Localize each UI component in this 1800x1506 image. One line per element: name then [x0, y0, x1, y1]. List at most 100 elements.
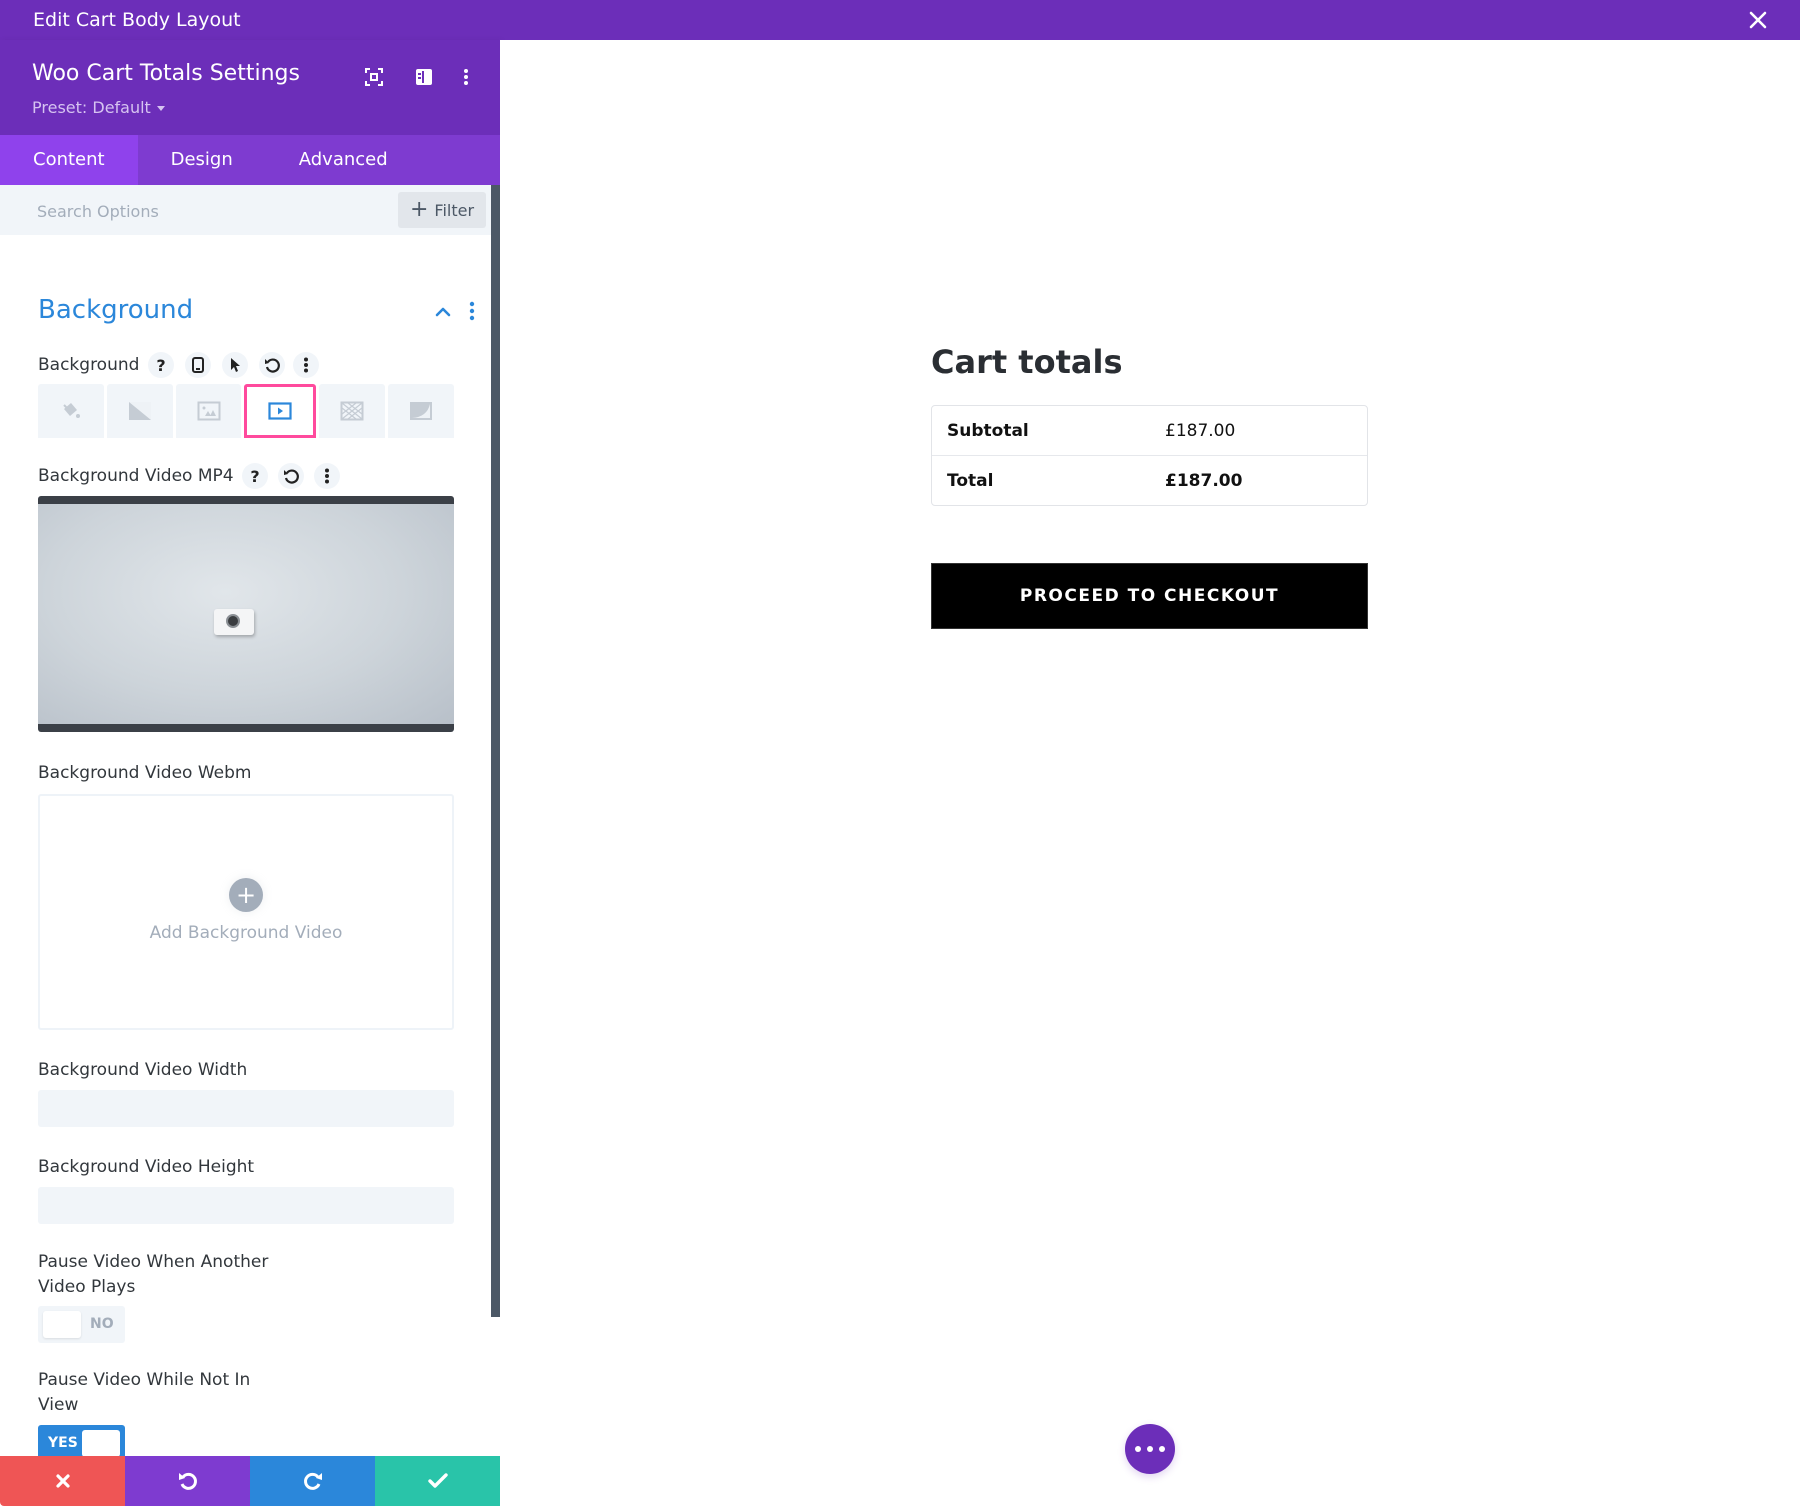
video-width-input[interactable] [38, 1090, 454, 1127]
close-icon [55, 1474, 70, 1488]
split-view-icon [416, 69, 432, 85]
redo-icon [303, 1472, 322, 1490]
panel-tabs: Content Design Advanced [0, 135, 500, 185]
reset-icon [284, 469, 299, 484]
close-button[interactable] [1746, 8, 1770, 32]
panel-title: Woo Cart Totals Settings [32, 61, 300, 86]
close-icon [1749, 11, 1767, 29]
panel-scrollbar[interactable] [491, 185, 500, 1317]
help-icon: ? [250, 466, 260, 486]
section-menu-button[interactable] [462, 299, 482, 323]
modal-title-bar: Edit Cart Body Layout [0, 0, 1800, 40]
split-view-button[interactable] [411, 64, 437, 90]
video-height-label: Background Video Height [38, 1157, 255, 1177]
pause-not-in-view-label-line2: View [38, 1395, 79, 1415]
row-value: £187.00 [1165, 421, 1236, 441]
more-icon [325, 468, 329, 484]
settings-panel: Woo Cart Totals Settings Preset: Default [0, 40, 500, 1506]
preset-label: Preset: Default [32, 98, 151, 117]
tab-content[interactable]: Content [0, 135, 138, 185]
paint-bucket-icon [63, 403, 80, 418]
add-background-video-label: Add Background Video [149, 923, 343, 943]
help-button[interactable]: ? [148, 352, 174, 378]
mp4-help-button[interactable]: ? [242, 463, 268, 489]
mask-icon [410, 402, 433, 420]
tab-design[interactable]: Design [138, 135, 266, 185]
add-background-video-dropzone[interactable]: + Add Background Video [38, 794, 454, 1030]
cursor-icon [231, 358, 240, 372]
reset-button[interactable] [259, 352, 285, 378]
video-icon [268, 402, 292, 420]
bg-type-image[interactable] [175, 384, 242, 438]
bg-type-mask[interactable] [388, 384, 454, 438]
pause-other-toggle[interactable]: NO [38, 1306, 125, 1343]
filter-button[interactable]: + Filter [398, 192, 486, 228]
cart-totals-table: Subtotal £187.00 Total £187.00 [931, 405, 1368, 506]
checkmark-icon [427, 1473, 448, 1488]
video-mp4-preview[interactable] [38, 496, 454, 732]
fullscreen-button[interactable] [361, 64, 387, 90]
more-vertical-icon [469, 301, 475, 321]
mp4-reset-button[interactable] [278, 463, 304, 489]
tab-advanced[interactable]: Advanced [266, 135, 421, 185]
fullscreen-icon [365, 68, 383, 86]
preset-dropdown[interactable]: Preset: Default [32, 98, 165, 117]
plus-icon: + [409, 197, 429, 222]
hover-button[interactable] [222, 352, 248, 378]
bg-type-color[interactable] [38, 384, 104, 438]
background-type-tabs [38, 384, 454, 438]
undo-button[interactable] [125, 1456, 250, 1506]
bg-type-pattern[interactable] [319, 384, 386, 438]
video-height-input[interactable] [38, 1187, 454, 1224]
image-icon [197, 401, 221, 421]
toggle-state: YES [48, 1435, 78, 1451]
pattern-icon [340, 401, 364, 421]
save-button[interactable] [375, 1456, 500, 1506]
toggle-knob [43, 1311, 81, 1338]
section-title-background[interactable]: Background [38, 295, 193, 325]
search-options-input[interactable] [37, 200, 387, 222]
panel-action-bar [0, 1456, 500, 1506]
reset-icon [265, 358, 280, 373]
layout-preview: Cart totals Subtotal £187.00 Total £187.… [500, 40, 1800, 1506]
add-icon: + [229, 878, 263, 912]
chevron-up-icon [435, 307, 451, 317]
table-row: Total £187.00 [932, 456, 1367, 506]
dot-icon [1135, 1446, 1141, 1452]
modal-title: Edit Cart Body Layout [33, 9, 241, 31]
video-mp4-label: Background Video MP4 [38, 466, 234, 486]
help-icon: ? [156, 355, 166, 375]
row-label: Subtotal [947, 421, 1029, 441]
gradient-icon [128, 402, 151, 420]
dot-icon [1159, 1446, 1165, 1452]
more-icon [304, 357, 308, 373]
phone-icon [192, 357, 204, 373]
builder-menu-button[interactable] [1125, 1424, 1175, 1474]
bg-type-gradient[interactable] [106, 384, 173, 438]
panel-header: Woo Cart Totals Settings Preset: Default [0, 40, 500, 135]
caret-down-icon [156, 106, 165, 111]
camera-image [214, 609, 254, 635]
proceed-to-checkout-button[interactable]: PROCEED TO CHECKOUT [931, 563, 1368, 629]
more-options-button[interactable] [453, 64, 479, 90]
mp4-more-button[interactable] [314, 463, 340, 489]
row-label: Total [947, 471, 994, 491]
more-button[interactable] [293, 352, 319, 378]
row-value: £187.00 [1165, 471, 1243, 491]
collapse-section-button[interactable] [432, 301, 454, 323]
toggle-knob [82, 1430, 120, 1457]
bg-type-video[interactable] [244, 384, 317, 438]
toggle-state: NO [90, 1316, 114, 1332]
cart-totals-title: Cart totals [931, 343, 1123, 381]
redo-button[interactable] [250, 1456, 375, 1506]
responsive-button[interactable] [185, 352, 211, 378]
video-webm-label: Background Video Webm [38, 763, 252, 783]
filter-label: Filter [434, 200, 475, 220]
dot-icon [1147, 1446, 1153, 1452]
search-row: + Filter [0, 185, 492, 235]
video-width-label: Background Video Width [38, 1060, 248, 1080]
background-label: Background [38, 355, 140, 375]
table-row: Subtotal £187.00 [932, 406, 1367, 456]
cancel-button[interactable] [0, 1456, 125, 1506]
more-options-icon [464, 69, 468, 85]
